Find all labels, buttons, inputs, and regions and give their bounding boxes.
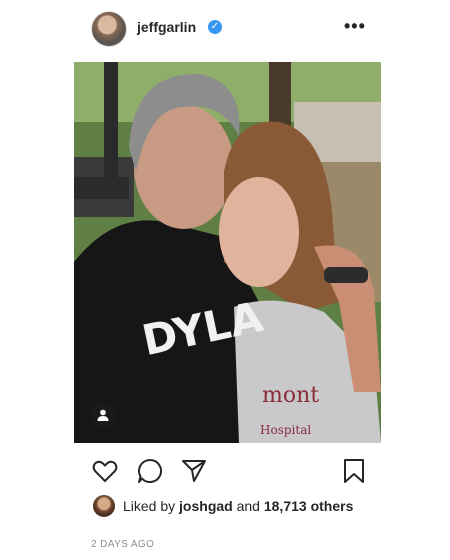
post-header: jeffgarlin ✓ •••: [0, 0, 450, 58]
more-options-button[interactable]: •••: [344, 16, 366, 37]
post-photo[interactable]: DYLA mont Hospital: [74, 62, 381, 443]
sweatshirt-text: mont: [262, 383, 319, 408]
sweatshirt-subtext: Hospital: [260, 423, 311, 437]
share-icon[interactable]: [180, 457, 208, 485]
bookmark-icon[interactable]: [340, 457, 368, 485]
username-link[interactable]: jeffgarlin: [137, 19, 196, 35]
likes-middle: and: [232, 498, 264, 514]
heart-icon[interactable]: [91, 457, 119, 485]
post-timestamp[interactable]: 2 DAYS AGO: [91, 539, 154, 550]
comment-icon[interactable]: [136, 457, 164, 485]
liker-avatar[interactable]: [93, 495, 115, 517]
likes-text: Liked by joshgad and 18,713 others: [123, 498, 353, 514]
profile-avatar[interactable]: [91, 11, 127, 47]
likes-count-link[interactable]: 18,713 others: [264, 498, 354, 514]
liker-username-link[interactable]: joshgad: [179, 498, 233, 514]
likes-prefix: Liked by: [123, 498, 180, 514]
user-tag-icon[interactable]: [90, 402, 116, 428]
post-actions: [0, 455, 450, 487]
verified-badge-icon: ✓: [208, 20, 222, 34]
